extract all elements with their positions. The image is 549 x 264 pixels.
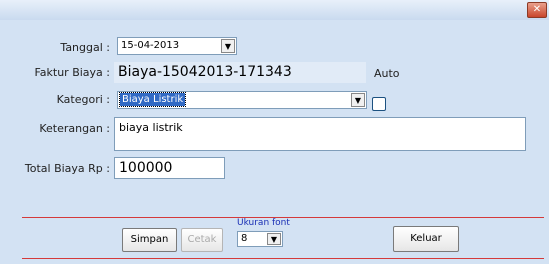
total-value: 100000 bbox=[119, 160, 173, 176]
total-label: Total Biaya Rp : bbox=[24, 162, 110, 175]
font-size-label: Ukuran font bbox=[237, 218, 290, 228]
cetak-button[interactable]: Cetak bbox=[181, 228, 223, 252]
chevron-down-icon[interactable]: ▼ bbox=[351, 93, 365, 107]
faktur-value: Biaya-15042013-171343 bbox=[118, 64, 292, 80]
title-bar: ✕ bbox=[0, 0, 549, 20]
dialog-window: ✕ Tanggal : 15-04-2013 ▼ Faktur Biaya : … bbox=[0, 0, 549, 264]
keterangan-label: Keterangan : bbox=[39, 122, 110, 135]
total-input[interactable]: 100000 bbox=[114, 157, 225, 179]
keluar-button[interactable]: Keluar bbox=[393, 226, 459, 252]
font-size-select[interactable]: 8 ▼ bbox=[237, 231, 283, 247]
kategori-select[interactable]: Biaya Listrik ▼ bbox=[117, 91, 367, 109]
kategori-checkbox[interactable] bbox=[372, 97, 386, 111]
tanggal-date-picker[interactable]: 15-04-2013 ▼ bbox=[117, 37, 237, 55]
keterangan-value: biaya listrik bbox=[119, 121, 183, 134]
keterangan-textarea[interactable]: biaya listrik bbox=[114, 117, 526, 151]
font-size-value: 8 bbox=[241, 233, 248, 244]
kategori-value: Biaya Listrik bbox=[118, 92, 187, 107]
tanggal-label: Tanggal : bbox=[60, 41, 110, 54]
kategori-label: Kategori : bbox=[56, 93, 110, 106]
chevron-down-icon[interactable]: ▼ bbox=[267, 233, 281, 245]
faktur-field: Biaya-15042013-171343 bbox=[114, 62, 366, 83]
chevron-down-icon[interactable]: ▼ bbox=[221, 39, 235, 53]
simpan-button[interactable]: Simpan bbox=[122, 228, 177, 252]
tanggal-value: 15-04-2013 bbox=[121, 40, 180, 51]
close-icon[interactable]: ✕ bbox=[527, 2, 547, 18]
footer-bottom-divider bbox=[22, 258, 544, 259]
faktur-label: Faktur Biaya : bbox=[34, 66, 110, 79]
auto-label: Auto bbox=[374, 67, 400, 80]
